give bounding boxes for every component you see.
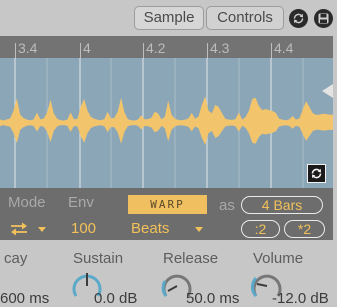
sustain-label: Sustain [73, 250, 124, 267]
tab-sample[interactable]: Sample [134, 6, 204, 30]
ruler-tick [15, 43, 16, 58]
chevron-down-icon [38, 227, 46, 232]
env-label: Env [68, 194, 94, 211]
mode-selector[interactable] [10, 221, 50, 237]
warp-marker-handle[interactable] [322, 84, 333, 98]
waveform [0, 58, 333, 188]
follow-playhead-icon [311, 168, 322, 179]
warp-section: Mode Env WARP as 4 Bars 100 Beats :2 *2 [0, 188, 333, 240]
ruler-tick [80, 43, 81, 58]
warp-mode-value: Beats [131, 220, 170, 237]
tab-bar: Sample Controls [0, 0, 337, 36]
ruler-label: 4.3 [210, 40, 230, 56]
save-disk-icon [318, 13, 329, 24]
ruler-label: 4 [83, 40, 91, 56]
release-value: 50.0 ms [186, 290, 240, 307]
tab-controls[interactable]: Controls [206, 6, 284, 30]
sustain-value: 0.0 dB [94, 290, 138, 307]
save-button[interactable] [314, 9, 333, 28]
volume-value: -12.0 dB [272, 290, 329, 307]
simpler-device: Sample Controls 3.4 4 4.2 4.3 4.4 Mode E… [0, 0, 337, 307]
warp-button[interactable]: WARP [128, 195, 207, 214]
swap-arrows-icon [11, 222, 27, 236]
ruler-tick [271, 43, 272, 58]
ruler-label: 4.2 [146, 40, 166, 56]
ruler-tick [143, 43, 144, 58]
sample-display: 3.4 4 4.2 4.3 4.4 [0, 36, 333, 188]
loop-arrows-icon [293, 13, 304, 24]
mode-label: Mode [8, 194, 46, 211]
loop-button[interactable] [289, 9, 308, 28]
follow-button[interactable] [307, 164, 326, 183]
waveform-path [0, 96, 333, 145]
chevron-down-icon [195, 227, 203, 232]
bars-selector[interactable]: 4 Bars [241, 196, 323, 214]
warp-mode-dropdown[interactable]: Beats [131, 221, 211, 238]
ruler-tick [207, 43, 208, 58]
waveform-area[interactable] [0, 58, 333, 188]
ruler-label: 3.4 [18, 40, 38, 56]
decay-label: cay [4, 250, 28, 267]
as-label: as [219, 197, 235, 214]
halve-button[interactable]: :2 [241, 220, 280, 238]
release-label: Release [163, 250, 219, 267]
beat-ruler[interactable]: 3.4 4 4.2 4.3 4.4 [0, 36, 333, 58]
env-value[interactable]: 100 [71, 221, 96, 237]
envelope-section: cay 600 ms Sustain 0.0 dB Release 50.0 m… [0, 240, 337, 307]
ruler-label: 4.4 [274, 40, 294, 56]
double-button[interactable]: *2 [284, 220, 325, 238]
decay-value: 600 ms [0, 290, 50, 307]
volume-label: Volume [253, 250, 304, 267]
